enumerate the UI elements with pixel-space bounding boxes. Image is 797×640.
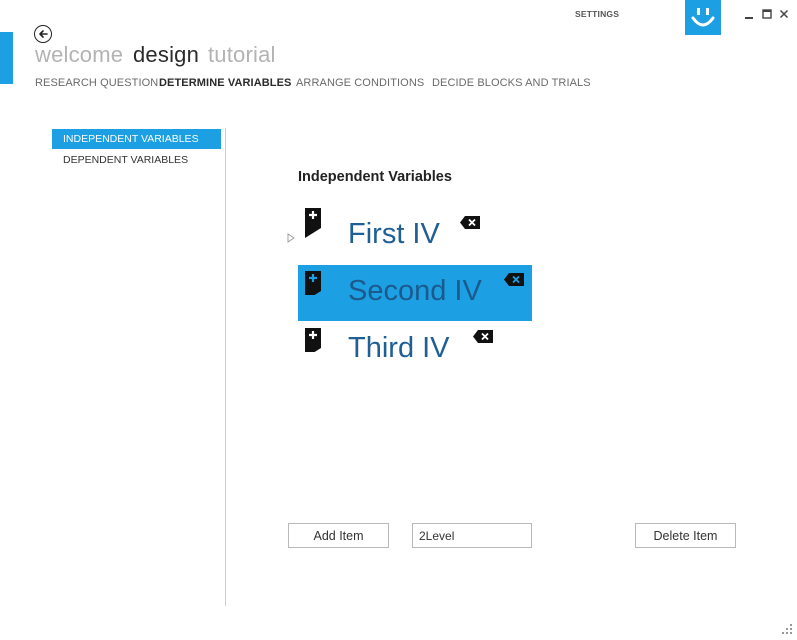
back-arrow-icon[interactable] <box>34 25 52 43</box>
sidebar-item-dependent-variables[interactable]: DEPENDENT VARIABLES <box>52 150 221 170</box>
maximize-icon[interactable] <box>761 8 773 20</box>
delete-item-button[interactable]: Delete Item <box>635 523 736 548</box>
add-level-icon[interactable] <box>305 208 321 238</box>
variable-label[interactable]: First IV <box>348 218 440 251</box>
subnav-determine-variables[interactable]: DETERMINE VARIABLES <box>159 77 291 89</box>
add-level-icon[interactable] <box>305 265 321 301</box>
subnav-research-question[interactable]: RESEARCH QUESTION <box>35 77 158 89</box>
resize-grip-icon[interactable] <box>781 622 793 634</box>
delete-icon[interactable] <box>504 273 524 286</box>
subnav-arrange-conditions[interactable]: ARRANGE CONDITIONS <box>296 77 424 89</box>
level-input[interactable] <box>412 523 532 548</box>
expand-triangle-icon[interactable] <box>287 230 295 243</box>
add-item-button[interactable]: Add Item <box>288 523 389 548</box>
nav-design[interactable]: design <box>133 42 199 68</box>
variable-row-selected[interactable]: Second IV <box>298 265 532 321</box>
close-icon[interactable] <box>778 8 790 20</box>
accent-bar <box>0 32 13 84</box>
nav-welcome[interactable]: welcome <box>35 42 123 68</box>
section-title: Independent Variables <box>298 169 452 185</box>
add-level-icon[interactable] <box>305 322 321 358</box>
sidebar-item-independent-variables[interactable]: INDEPENDENT VARIABLES <box>52 129 221 149</box>
subnav-decide-blocks-trials[interactable]: DECIDE BLOCKS AND TRIALS <box>432 77 591 89</box>
nav-tutorial[interactable]: tutorial <box>208 42 276 68</box>
smiley-icon[interactable] <box>685 0 721 35</box>
delete-icon[interactable] <box>473 330 493 343</box>
variable-label[interactable]: Third IV <box>348 332 450 365</box>
variable-label[interactable]: Second IV <box>348 275 482 308</box>
delete-icon[interactable] <box>460 216 480 229</box>
sidebar-divider <box>225 128 226 606</box>
settings-link[interactable]: SETTINGS <box>575 9 619 19</box>
variable-row[interactable]: First IV <box>298 208 532 264</box>
minimize-icon[interactable] <box>743 8 755 20</box>
variable-row[interactable]: Third IV <box>298 322 532 378</box>
